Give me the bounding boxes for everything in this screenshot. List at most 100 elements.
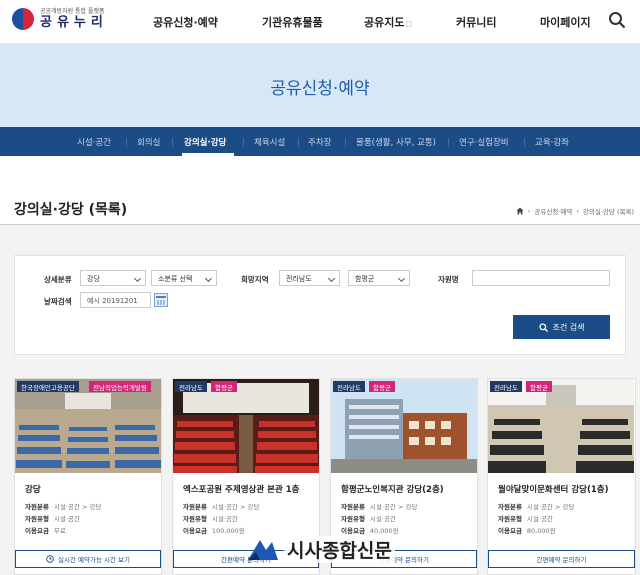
welfare-center-photo: 전라남도 함평군 (331, 379, 477, 473)
card-fee-value: 100,000원 (211, 527, 245, 535)
province-value: 전라남도 (286, 275, 312, 283)
card-tag-region: 전라남도 (175, 381, 207, 392)
subnav-equipment[interactable]: 연구·실험장비 (459, 136, 509, 148)
subnav-goods[interactable]: 물품(생활, 사무, 교통) (356, 136, 436, 148)
clock-icon (46, 555, 54, 563)
subnav-sports[interactable]: 체육시설 (254, 136, 285, 148)
card-button-label: 간편예약 문의하기 (536, 556, 587, 564)
gnav-community[interactable]: 커뮤니티 (456, 14, 496, 30)
card-category-row: 자원분류 시설·공간 > 강당 (498, 501, 574, 511)
new-window-icon: □ (405, 20, 413, 28)
resource-card[interactable]: 한국장애인고용공단 전남직업능력개발원 강당 자원분류 시설·공간 > 강당 자원… (14, 378, 162, 575)
site-logo[interactable]: 공공개방자원 통합 플랫폼 공유누리 (12, 8, 108, 30)
card-category-row: 자원분류 시설·공간 > 강당 (341, 501, 417, 511)
county-value: 함평군 (355, 275, 375, 283)
resource-card[interactable]: 전라남도 함평군 월야달맞이문화센터 강당(1층) 자원분류 시설·공간 > 강당… (487, 378, 636, 575)
subcategory-value: 소분류 선택 (158, 275, 193, 283)
date-label: 날짜검색 (44, 297, 72, 306)
card-tag-org: 함평군 (526, 381, 552, 392)
card-type-value: 시설·공간 (526, 515, 553, 523)
resource-name-input[interactable] (472, 270, 610, 286)
card-title[interactable]: 월야달맞이문화센터 강당(1층) (498, 483, 608, 495)
breadcrumb-sep-icon: › (527, 207, 531, 215)
card-category-value: 시설·공간 > 강당 (526, 503, 575, 511)
date-input[interactable]: 예시 20191201 (80, 292, 151, 308)
card-fee-value: 40,000원 (369, 527, 399, 535)
card-type-value: 시설·공간 (53, 515, 80, 523)
subnav-lecture-hall[interactable]: 강의실·강당 (184, 136, 226, 148)
card-category-label: 자원분류 (498, 503, 522, 511)
card-fee-label: 이용요금 (183, 527, 207, 535)
gnav-map-label: 공유지도 (364, 16, 405, 29)
search-button[interactable]: 조건 검색 (513, 315, 610, 339)
card-tag-region: 전라남도 (333, 381, 365, 392)
gnav-mypage[interactable]: 마이페이지 (540, 14, 591, 30)
search-button-label: 조건 검색 (552, 322, 585, 332)
card-category-value: 시설·공간 > 강당 (211, 503, 260, 511)
card-type-row: 자원유형 시설·공간 (25, 513, 80, 523)
card-type-label: 자원유형 (498, 515, 522, 523)
gnav-map[interactable]: 공유지도□ (364, 14, 412, 30)
subnav-parking[interactable]: 주차장 (308, 136, 331, 148)
card-category-row: 자원분류 시설·공간 > 강당 (25, 501, 101, 511)
card-tag-org: 전남직업능력개발원 (89, 381, 151, 392)
newspaper-logo-icon (248, 539, 278, 560)
watermark-text: 시사종합신문 (284, 536, 395, 563)
card-category-row: 자원분류 시설·공간 > 강당 (183, 501, 259, 511)
page-banner: 공유신청·예약 (0, 44, 640, 127)
subcategory-select[interactable]: 소분류 선택 (151, 270, 217, 286)
lecture-hall-photo: 한국장애인고용공단 전남직업능력개발원 (15, 379, 161, 473)
category-label: 상세분류 (44, 275, 72, 284)
breadcrumb-item[interactable]: 공유신청·예약 (534, 206, 572, 216)
card-fee-value: 무료 (53, 527, 66, 535)
subnav-education[interactable]: 교육·강좌 (535, 136, 569, 148)
breadcrumb: › 공유신청·예약 › 강의실·강당 (목록) (516, 206, 634, 216)
card-fee-row: 이용요금 80,000원 (498, 525, 556, 535)
realtime-availability-button[interactable]: 실시간 예약가능 시간 보기 (15, 550, 161, 568)
card-fee-value: 80,000원 (526, 527, 556, 535)
calendar-icon[interactable] (154, 293, 168, 307)
card-fee-label: 이용요금 (341, 527, 365, 535)
sub-navigation: 시설·공간 회의실 강의실·강당 체육시설 주차장 물품(생활, 사무, 교통)… (0, 127, 640, 156)
card-fee-row: 이용요금 40,000원 (341, 525, 399, 535)
chevron-down-icon (327, 274, 336, 283)
category-select[interactable]: 강당 (80, 270, 146, 286)
province-select[interactable]: 전라남도 (279, 270, 340, 286)
card-type-label: 자원유형 (341, 515, 365, 523)
card-fee-label: 이용요금 (25, 527, 49, 535)
banner-title: 공유신청·예약 (270, 79, 370, 99)
card-tag-org: 함평군 (211, 381, 237, 392)
card-category-label: 자원분류 (183, 503, 207, 511)
card-fee-row: 이용요금 무료 (25, 525, 66, 535)
card-title[interactable]: 엑스포공원 주제영상관 본관 1층 (183, 483, 299, 495)
breadcrumb-sep-icon: › (576, 207, 579, 215)
card-fee-row: 이용요금 100,000원 (183, 525, 245, 535)
gnav-idle-goods[interactable]: 기관유휴물품 (262, 14, 323, 30)
card-type-row: 자원유형 시설·공간 (183, 513, 238, 523)
top-header: 공공개방자원 통합 플랫폼 공유누리 공유신청·예약 기관유휴물품 공유지도□ … (0, 0, 640, 44)
taegeuk-logo-icon (12, 8, 34, 30)
county-select[interactable]: 함평군 (348, 270, 410, 286)
card-button-label: 실시간 예약가능 시간 보기 (58, 556, 130, 564)
inquiry-button[interactable]: 간편예약 문의하기 (488, 550, 635, 568)
card-title[interactable]: 함평군노인복지관 강당(2층) (341, 483, 444, 495)
card-type-label: 자원유형 (183, 515, 207, 523)
breadcrumb-current: 강의실·강당 (목록) (582, 208, 634, 216)
card-category-value: 시설·공간 > 강당 (53, 503, 102, 511)
card-category-label: 자원분류 (25, 503, 49, 511)
home-icon[interactable] (516, 207, 524, 215)
search-icon (538, 322, 548, 332)
gnav-booking[interactable]: 공유신청·예약 (153, 14, 218, 30)
subnav-meeting-room[interactable]: 회의실 (137, 136, 160, 148)
news-watermark: 시사종합신문 (246, 536, 395, 563)
active-tab-underline (182, 153, 234, 156)
search-icon[interactable] (608, 11, 626, 29)
card-title[interactable]: 강당 (25, 483, 41, 495)
subnav-facility[interactable]: 시설·공간 (77, 136, 111, 148)
chevron-down-icon (204, 274, 213, 283)
card-tag-org: 함평군 (369, 381, 395, 392)
category-value: 강당 (87, 275, 100, 283)
card-type-row: 자원유형 시설·공간 (341, 513, 396, 523)
card-type-label: 자원유형 (25, 515, 49, 523)
logo-name: 공유누리 (40, 15, 108, 30)
